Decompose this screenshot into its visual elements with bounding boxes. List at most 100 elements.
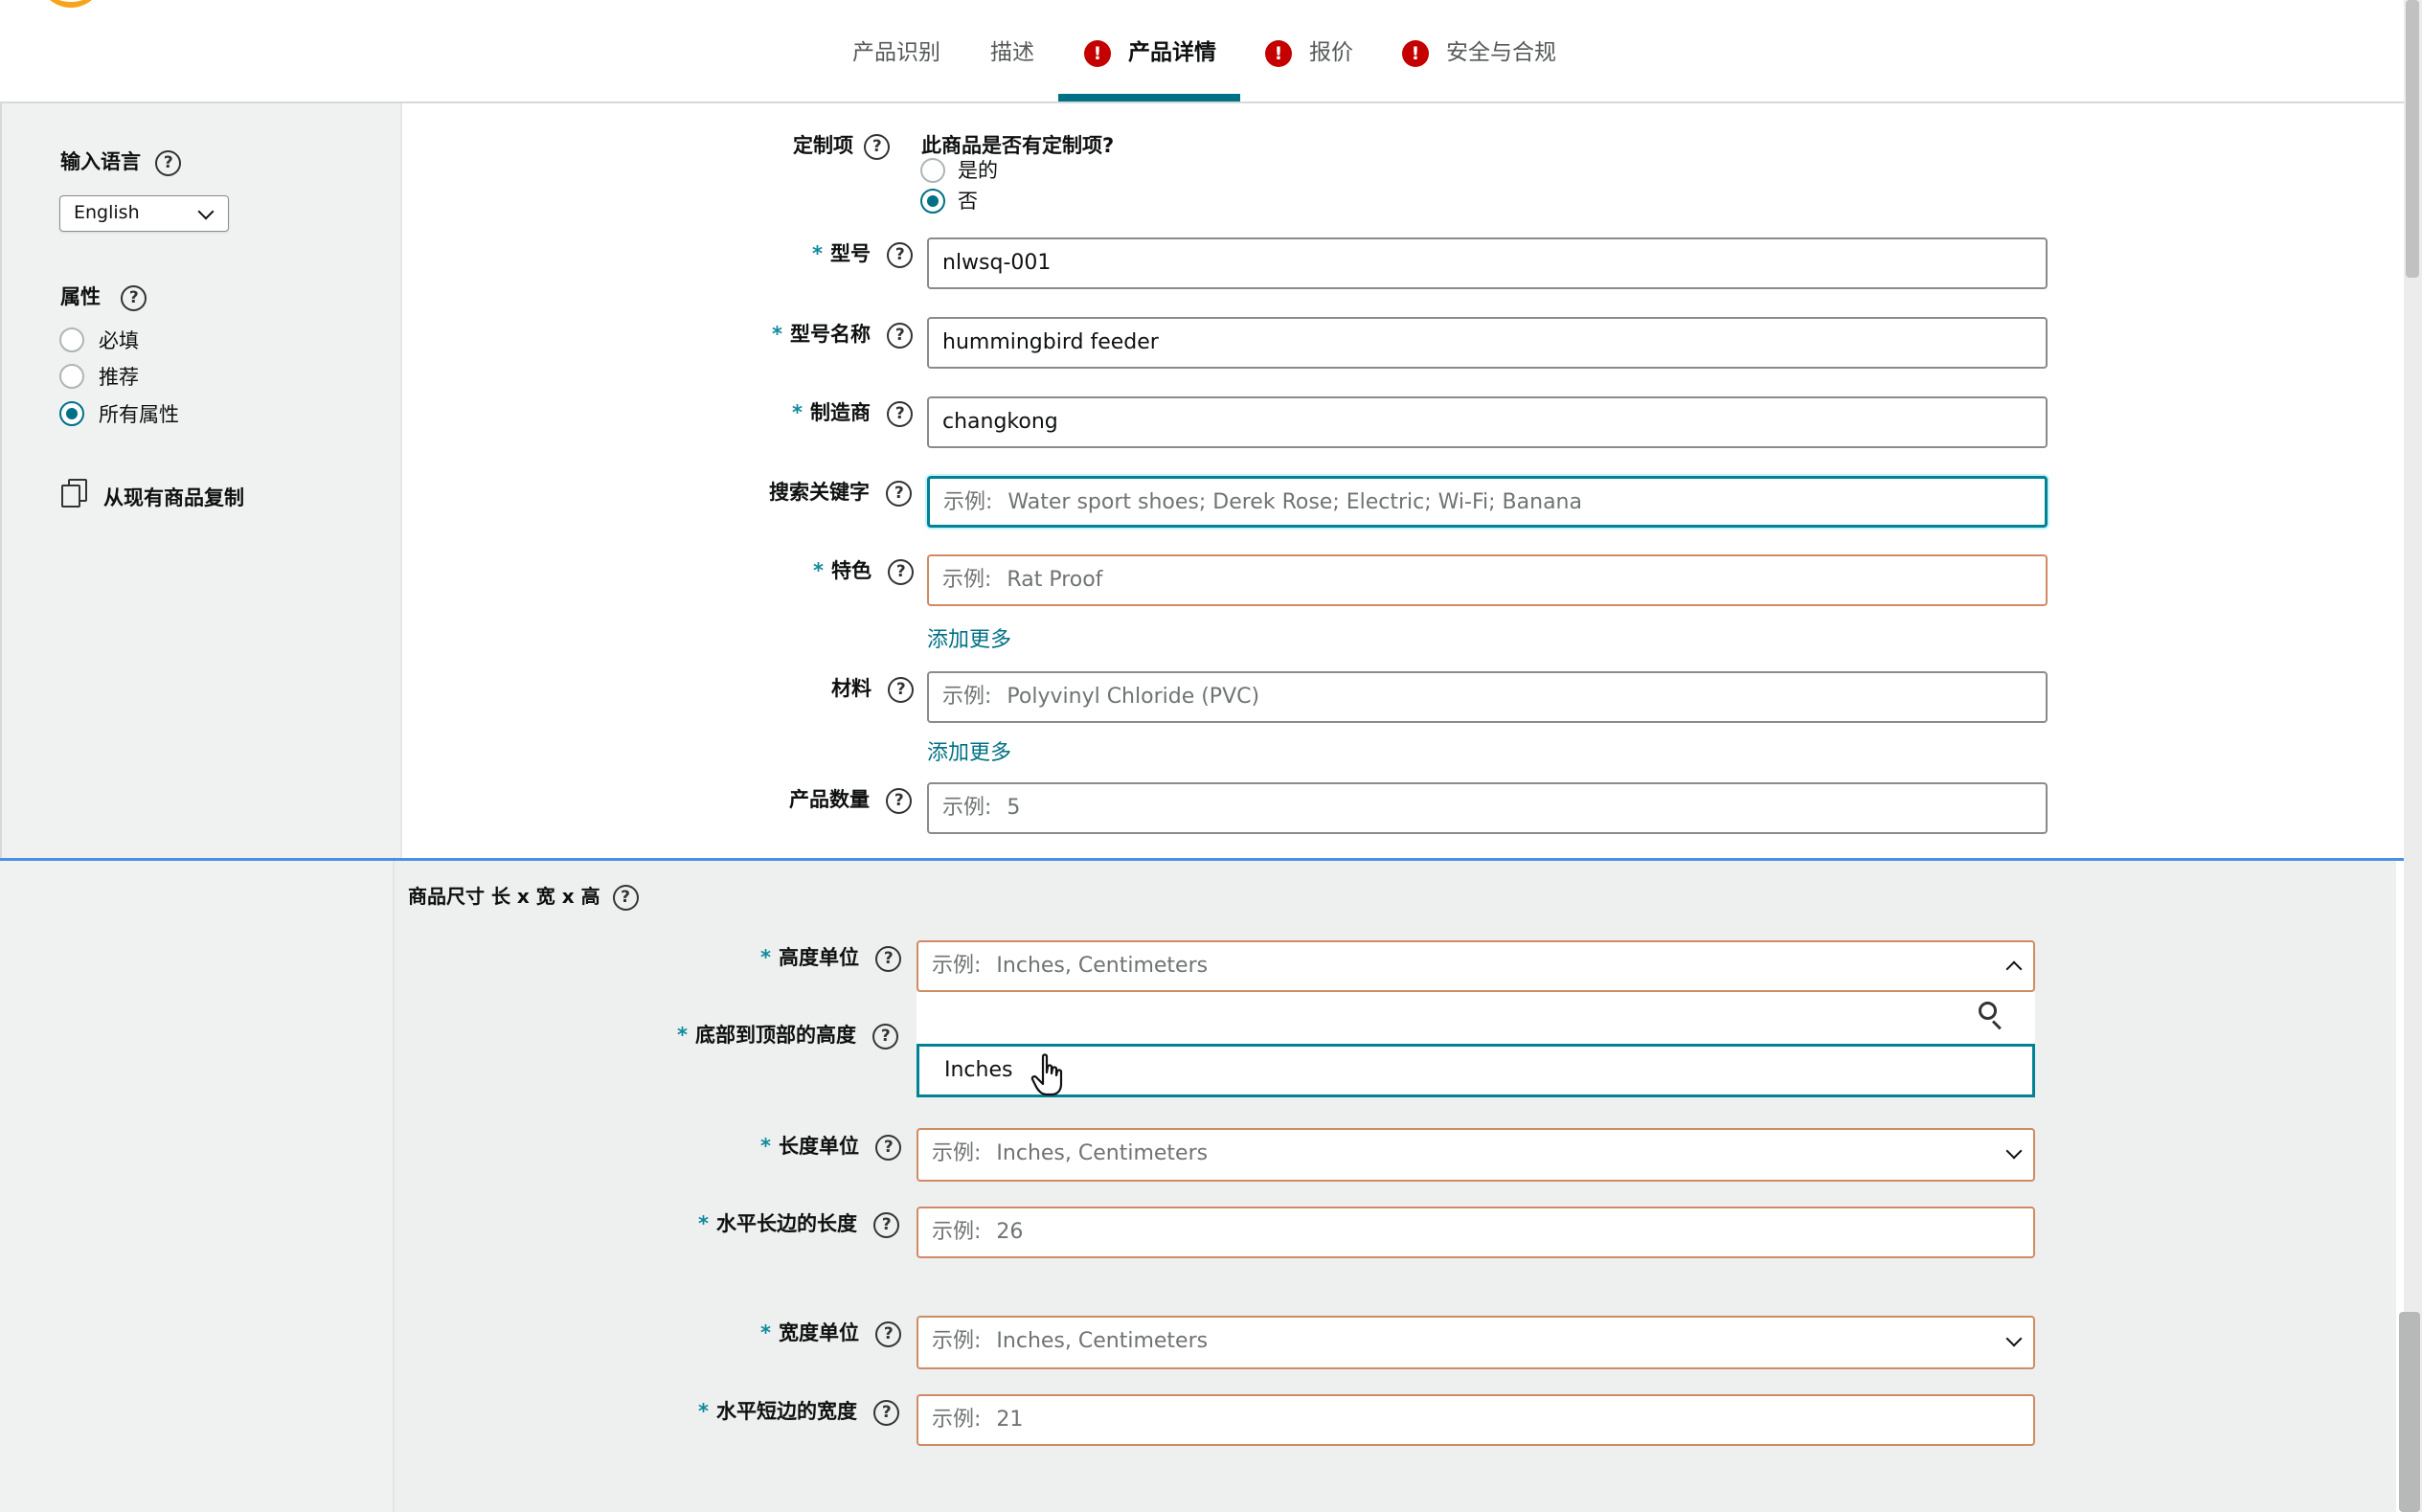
add-more-material-link[interactable]: 添加更多 bbox=[927, 735, 1011, 766]
placeholder-prefix: 示例: bbox=[932, 954, 982, 978]
height-unit-label-text: 高度单位 bbox=[778, 946, 859, 969]
chevron-down-icon bbox=[197, 203, 215, 220]
material-label-text: 材料 bbox=[831, 677, 871, 700]
material-label: 材料 ? bbox=[831, 673, 915, 703]
search-icon[interactable] bbox=[1979, 1002, 2007, 1030]
tab-product-details[interactable]: ! 产品详情 bbox=[1084, 36, 1216, 69]
placeholder-prefix: 示例: bbox=[942, 796, 992, 820]
tab-safety-compliance[interactable]: ! 安全与合规 bbox=[1402, 36, 1556, 69]
help-circle-icon[interactable]: ? bbox=[875, 1320, 902, 1347]
exclamation-circle-icon: ! bbox=[1402, 39, 1429, 67]
material-input[interactable]: 示例: Polyvinyl Chloride (PVC) bbox=[927, 671, 2048, 723]
width-unit-label-text: 宽度单位 bbox=[778, 1321, 859, 1344]
special-feature-label-text: 特色 bbox=[830, 559, 871, 582]
manufacturer-label-text: 制造商 bbox=[809, 401, 871, 424]
help-circle-icon[interactable]: ? bbox=[872, 1023, 899, 1049]
placeholder-text: Rat Proof bbox=[1007, 568, 1103, 592]
chevron-down-icon bbox=[2005, 1330, 2023, 1347]
help-circle-icon[interactable]: ? bbox=[888, 558, 915, 585]
special-feature-input[interactable]: 示例: Rat Proof bbox=[927, 554, 2048, 606]
model-number-label: * 型号 ? bbox=[812, 238, 914, 268]
help-circle-icon[interactable]: ? bbox=[873, 1399, 900, 1426]
placeholder-prefix: 示例: bbox=[932, 1220, 982, 1244]
radio-all-attributes[interactable] bbox=[59, 401, 84, 426]
hand-pointer-icon bbox=[1030, 1053, 1063, 1096]
section-scrollbar-thumb[interactable] bbox=[2399, 1312, 2420, 1512]
help-circle-icon[interactable]: ? bbox=[888, 676, 915, 703]
option-label: Inches bbox=[944, 1058, 1013, 1082]
add-more-feature-link[interactable]: 添加更多 bbox=[927, 622, 1011, 653]
exclamation-circle-icon: ! bbox=[1265, 39, 1292, 67]
radio-recommended-label: 推荐 bbox=[99, 366, 139, 389]
help-circle-icon[interactable]: ? bbox=[887, 322, 914, 349]
tab-offer[interactable]: ! 报价 bbox=[1265, 36, 1353, 69]
placeholder-text: 21 bbox=[996, 1408, 1024, 1432]
width-input[interactable]: 示例: 21 bbox=[917, 1394, 2035, 1446]
placeholder-text: Inches, Centimeters bbox=[996, 1141, 1209, 1165]
sidebar-lower bbox=[0, 860, 395, 1512]
help-circle-icon[interactable]: ? bbox=[873, 1211, 900, 1238]
help-circle-icon[interactable]: ? bbox=[887, 400, 914, 427]
radio-customization-no[interactable] bbox=[920, 189, 945, 214]
language-select[interactable]: English bbox=[59, 195, 229, 232]
help-circle-icon[interactable]: ? bbox=[121, 284, 147, 311]
manufacturer-label: * 制造商 ? bbox=[792, 397, 914, 427]
tab-description[interactable]: 描述 bbox=[990, 36, 1034, 69]
width-label-text: 水平短边的宽度 bbox=[715, 1400, 857, 1423]
help-circle-icon[interactable]: ? bbox=[875, 945, 902, 972]
attributes-label-text: 属性 bbox=[60, 285, 101, 308]
height-unit-label: * 高度单位 ? bbox=[760, 942, 902, 972]
help-circle-icon[interactable]: ? bbox=[886, 787, 913, 814]
item-quantity-label-text: 产品数量 bbox=[789, 788, 870, 811]
help-circle-icon[interactable]: ? bbox=[886, 480, 913, 507]
radio-recommended[interactable] bbox=[59, 364, 84, 389]
customization-label-text: 定制项 bbox=[793, 134, 853, 157]
length-label-text: 水平长边的长度 bbox=[715, 1212, 857, 1235]
scrollbar-thumb[interactable] bbox=[2406, 0, 2419, 278]
language-value: English bbox=[74, 202, 140, 223]
length-unit-select[interactable]: 示例: Inches, Centimeters bbox=[917, 1128, 2035, 1182]
placeholder-prefix: 示例: bbox=[942, 568, 992, 592]
help-circle-icon[interactable]: ? bbox=[875, 1134, 902, 1161]
placeholder-prefix: 示例: bbox=[932, 1329, 982, 1353]
help-circle-icon[interactable]: ? bbox=[155, 149, 182, 176]
manufacturer-input[interactable]: changkong bbox=[927, 396, 2048, 448]
model-name-input[interactable]: hummingbird feeder bbox=[927, 317, 2048, 369]
width-unit-label: * 宽度单位 ? bbox=[760, 1318, 902, 1347]
tab-label: 产品详情 bbox=[1128, 40, 1216, 65]
length-label: * 水平长边的长度 ? bbox=[698, 1208, 900, 1238]
placeholder-text: 5 bbox=[1007, 796, 1021, 820]
customization-question: 此商品是否有定制项? bbox=[921, 134, 1115, 157]
length-input[interactable]: 示例: 26 bbox=[917, 1207, 2035, 1258]
dimensions-section-label-text: 商品尺寸 长 x 宽 x 高 bbox=[408, 885, 600, 908]
placeholder-prefix: 示例: bbox=[942, 685, 992, 709]
model-number-input[interactable]: nlwsq-001 bbox=[927, 237, 2048, 289]
top-navigation: 产品识别 描述 ! 产品详情 ! 报价 ! 安全与合规 bbox=[0, 0, 2422, 103]
dropdown-option-inches[interactable]: Inches bbox=[917, 1044, 2035, 1097]
model-number-label-text: 型号 bbox=[829, 242, 871, 265]
tab-label: 安全与合规 bbox=[1446, 40, 1556, 65]
placeholder-text: Inches, Centimeters bbox=[996, 1329, 1209, 1353]
width-unit-select[interactable]: 示例: Inches, Centimeters bbox=[917, 1316, 2035, 1369]
help-circle-icon[interactable]: ? bbox=[864, 133, 891, 160]
placeholder-prefix: 示例: bbox=[943, 490, 993, 514]
radio-customization-yes-label: 是的 bbox=[958, 159, 998, 182]
copy-from-existing-link[interactable]: 从现有商品复制 bbox=[103, 483, 244, 511]
height-label: * 底部到顶部的高度 ? bbox=[677, 1020, 899, 1049]
customization-label: 定制项 ? bbox=[793, 130, 891, 160]
tab-label: 产品识别 bbox=[852, 40, 940, 65]
search-terms-input[interactable]: 示例: Water sport shoes; Derek Rose; Electr… bbox=[927, 476, 2048, 528]
radio-customization-yes[interactable] bbox=[920, 158, 945, 183]
language-label: 输入语言 ? bbox=[60, 147, 182, 176]
help-circle-icon[interactable]: ? bbox=[887, 241, 914, 268]
search-terms-label-text: 搜索关键字 bbox=[769, 481, 870, 504]
special-feature-label: * 特色 ? bbox=[813, 555, 915, 585]
radio-required[interactable] bbox=[59, 327, 84, 352]
help-circle-icon[interactable]: ? bbox=[612, 885, 639, 911]
height-unit-select[interactable]: 示例: Inches, Centimeters bbox=[917, 940, 2035, 992]
placeholder-text: Polyvinyl Chloride (PVC) bbox=[1007, 685, 1260, 709]
item-quantity-input[interactable]: 示例: 5 bbox=[927, 782, 2048, 834]
length-unit-label: * 长度单位 ? bbox=[760, 1131, 902, 1161]
tab-product-identity[interactable]: 产品识别 bbox=[852, 36, 940, 69]
copy-icon[interactable] bbox=[61, 479, 90, 509]
